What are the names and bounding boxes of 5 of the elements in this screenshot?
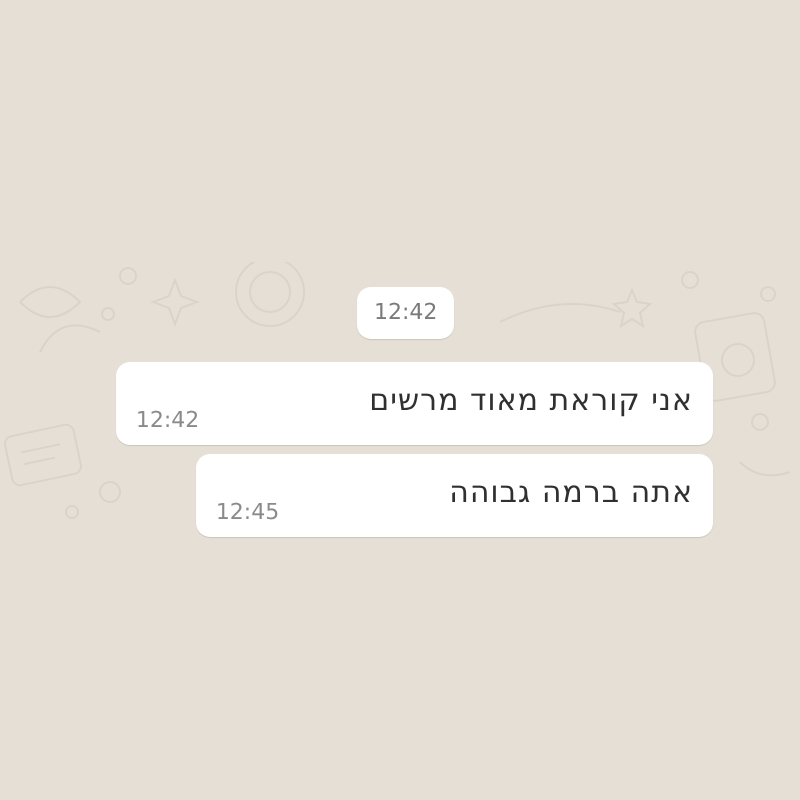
date-chip: 12:42 <box>357 287 454 339</box>
message-time: 12:45 <box>216 500 280 526</box>
message-text: אתה ברמה גבוהה <box>449 474 693 512</box>
message-time: 12:42 <box>136 408 200 434</box>
message-text: אני קוראת מאוד מרשים <box>369 382 693 420</box>
